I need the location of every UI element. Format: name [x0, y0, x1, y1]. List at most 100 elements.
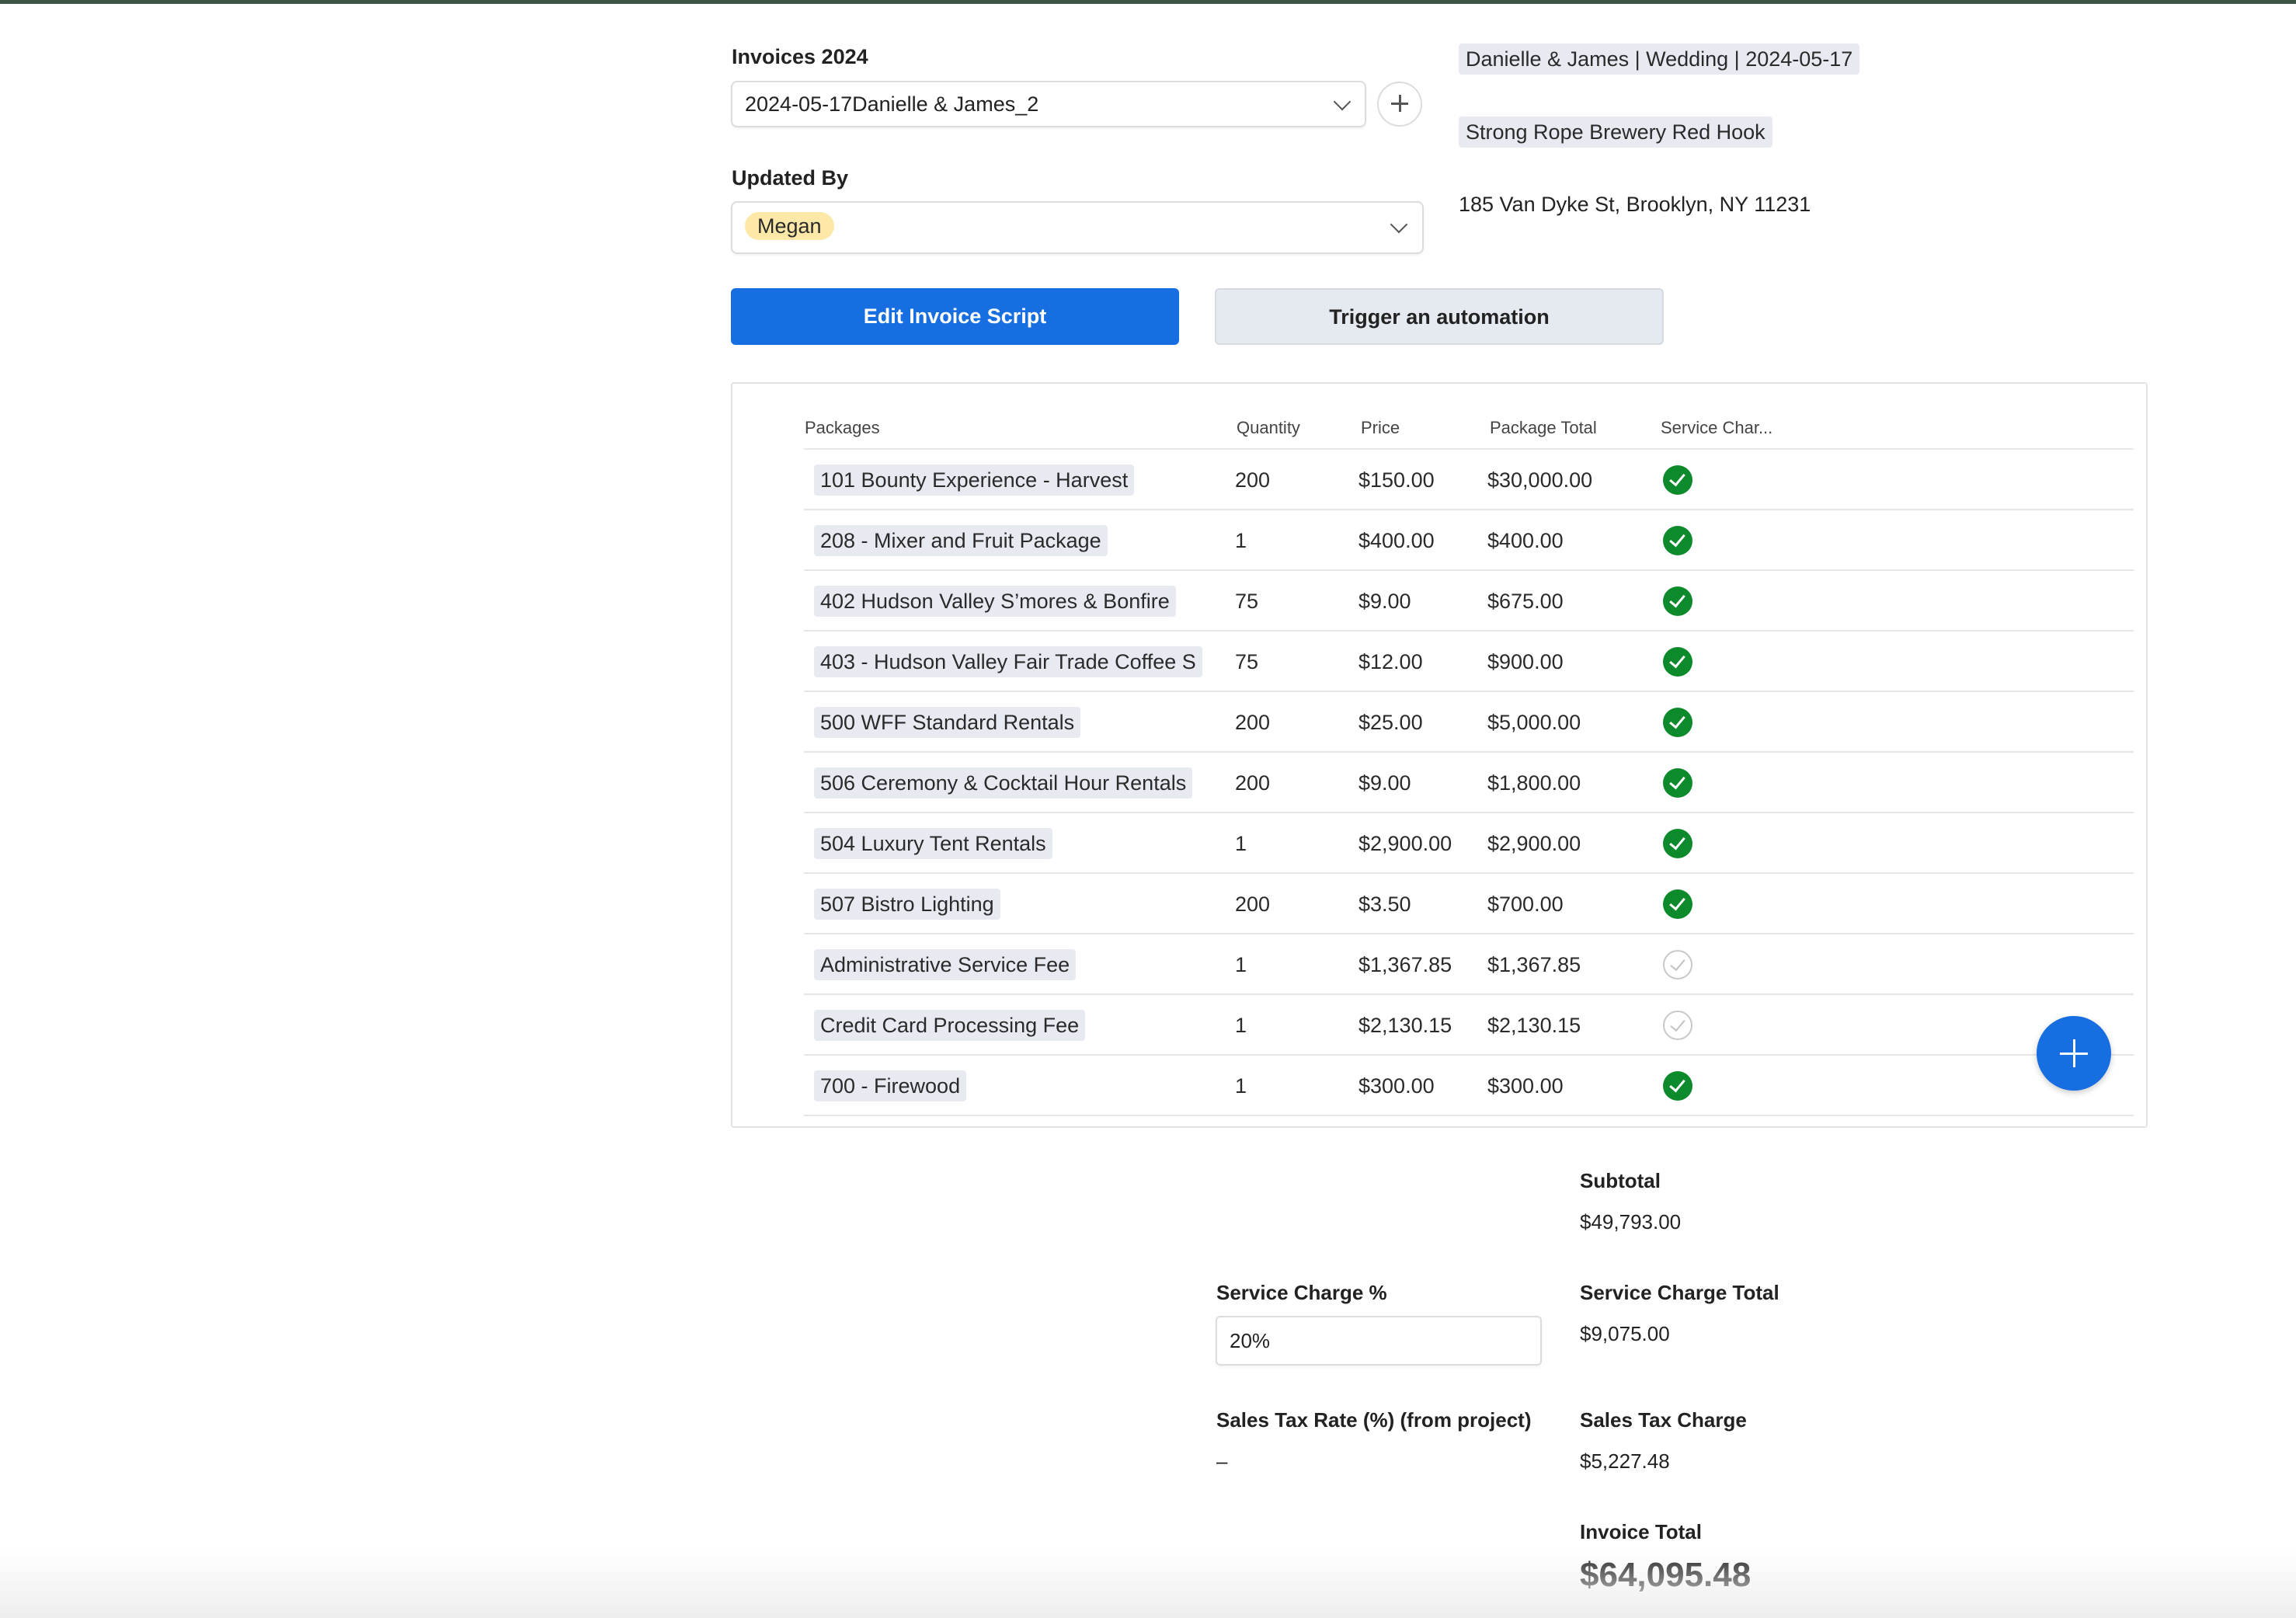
package-total-cell[interactable]: $675.00	[1487, 586, 1564, 617]
invoice-select-value: 2024-05-17Danielle & James_2	[745, 92, 1039, 116]
service-charge-pct-input[interactable]: 20%	[1216, 1316, 1542, 1366]
package-total-cell[interactable]: $1,367.85	[1487, 949, 1581, 980]
header-packages[interactable]: Packages	[805, 418, 880, 438]
chevron-down-icon	[1333, 92, 1352, 111]
checked-icon[interactable]	[1663, 526, 1692, 555]
quantity-cell[interactable]: 1	[1235, 1070, 1247, 1101]
user-tag: Megan	[745, 212, 834, 240]
header-price[interactable]: Price	[1361, 418, 1400, 438]
quantity-cell[interactable]: 200	[1235, 707, 1270, 738]
package-chip[interactable]: Administrative Service Fee	[814, 949, 1077, 980]
price-cell[interactable]: $150.00	[1358, 465, 1435, 496]
package-total-cell[interactable]: $400.00	[1487, 525, 1564, 556]
price-cell[interactable]: $9.00	[1358, 586, 1411, 617]
quantity-cell[interactable]: 200	[1235, 889, 1270, 920]
table-row[interactable]: 506 Ceremony & Cocktail Hour Rentals 200 $…	[804, 753, 2134, 813]
unchecked-icon[interactable]	[1663, 1011, 1692, 1040]
table-row[interactable]: 507 Bistro Lighting 200 $3.50 $700.00	[804, 874, 2134, 934]
sales-tax-charge-label: Sales Tax Charge	[1580, 1408, 1747, 1432]
add-package-button[interactable]	[2037, 1016, 2111, 1091]
venue-address: 185 Van Dyke St, Brooklyn, NY 11231	[1459, 193, 1811, 216]
package-chip[interactable]: 402 Hudson Valley S’mores & Bonfire	[814, 586, 1176, 617]
header-service-charge[interactable]: Service Char...	[1661, 418, 1772, 438]
checked-icon[interactable]	[1663, 647, 1692, 677]
package-chip[interactable]: 208 - Mixer and Fruit Package	[814, 525, 1108, 556]
quantity-cell[interactable]: 200	[1235, 767, 1270, 799]
quantity-cell[interactable]: 1	[1235, 828, 1247, 859]
package-total-cell[interactable]: $700.00	[1487, 889, 1564, 920]
quantity-cell[interactable]: 1	[1235, 525, 1247, 556]
table-row[interactable]: 402 Hudson Valley S’mores & Bonfire 75 $9.…	[804, 571, 2134, 632]
price-cell[interactable]: $12.00	[1358, 646, 1423, 677]
package-total-cell[interactable]: $300.00	[1487, 1070, 1564, 1101]
invoice-total-value: $64,095.48	[1580, 1556, 1752, 1594]
quantity-cell[interactable]: 1	[1235, 949, 1247, 980]
bottom-fade	[0, 1550, 2296, 1618]
price-cell[interactable]: $9.00	[1358, 767, 1411, 799]
add-invoice-button[interactable]	[1377, 82, 1422, 127]
package-total-cell[interactable]: $30,000.00	[1487, 465, 1592, 496]
price-cell[interactable]: $2,900.00	[1358, 828, 1452, 859]
subtotal-value: $49,793.00	[1580, 1210, 1682, 1234]
service-charge-total-label: Service Charge Total	[1580, 1281, 1779, 1304]
package-chip[interactable]: 504 Luxury Tent Rentals	[814, 828, 1052, 859]
venue-chip[interactable]: Strong Rope Brewery Red Hook	[1459, 117, 1772, 148]
edit-invoice-script-button[interactable]: Edit Invoice Script	[731, 288, 1179, 345]
checked-icon[interactable]	[1663, 1071, 1692, 1101]
updated-by-select[interactable]: Megan	[731, 201, 1424, 254]
project-name-chip[interactable]: Danielle & James | Wedding | 2024-05-17	[1459, 43, 1860, 75]
price-cell[interactable]: $1,367.85	[1358, 949, 1452, 980]
price-cell[interactable]: $3.50	[1358, 889, 1411, 920]
subtotal-label: Subtotal	[1580, 1169, 1661, 1192]
package-total-cell[interactable]: $900.00	[1487, 646, 1564, 677]
header-package-total[interactable]: Package Total	[1490, 418, 1597, 438]
table-row[interactable]: 403 - Hudson Valley Fair Trade Coffee S 7…	[804, 632, 2134, 692]
package-chip[interactable]: 500 WFF Standard Rentals	[814, 707, 1081, 738]
invoice-total-label: Invoice Total	[1580, 1520, 1702, 1543]
checked-icon[interactable]	[1663, 465, 1692, 495]
package-chip[interactable]: 403 - Hudson Valley Fair Trade Coffee S	[814, 646, 1202, 677]
quantity-cell[interactable]: 1	[1235, 1010, 1247, 1041]
chevron-down-icon	[1390, 215, 1408, 234]
package-chip[interactable]: Credit Card Processing Fee	[814, 1010, 1086, 1041]
checked-icon[interactable]	[1663, 586, 1692, 616]
package-chip[interactable]: 700 - Firewood	[814, 1070, 967, 1101]
table-row[interactable]: 504 Luxury Tent Rentals 1 $2,900.00 $2,900.…	[804, 813, 2134, 874]
service-charge-pct-label: Service Charge %	[1216, 1281, 1387, 1304]
price-cell[interactable]: $2,130.15	[1358, 1010, 1452, 1041]
price-cell[interactable]: $300.00	[1358, 1070, 1435, 1101]
invoice-select[interactable]: 2024-05-17Danielle & James_2	[731, 81, 1366, 127]
package-total-cell[interactable]: $2,900.00	[1487, 828, 1581, 859]
checked-icon[interactable]	[1663, 768, 1692, 798]
package-total-cell[interactable]: $2,130.15	[1487, 1010, 1581, 1041]
quantity-cell[interactable]: 75	[1235, 586, 1258, 617]
table-row[interactable]: 700 - Firewood 1 $300.00 $300.00	[804, 1056, 2134, 1116]
table-row[interactable]: Administrative Service Fee 1 $1,367.85 $1,3…	[804, 934, 2134, 995]
checked-icon[interactable]	[1663, 708, 1692, 737]
service-charge-total-value: $9,075.00	[1580, 1322, 1670, 1345]
table-row[interactable]: 500 WFF Standard Rentals 200 $25.00 $5,000.…	[804, 692, 2134, 753]
table-row[interactable]: 208 - Mixer and Fruit Package 1 $400.00 $40…	[804, 510, 2134, 571]
package-chip[interactable]: 506 Ceremony & Cocktail Hour Rentals	[814, 767, 1193, 799]
table-row[interactable]: Credit Card Processing Fee 1 $2,130.15 $2,1…	[804, 995, 2134, 1056]
price-cell[interactable]: $25.00	[1358, 707, 1423, 738]
sales-tax-rate-value: –	[1216, 1449, 1228, 1473]
quantity-cell[interactable]: 200	[1235, 465, 1270, 496]
unchecked-icon[interactable]	[1663, 950, 1692, 979]
package-total-cell[interactable]: $1,800.00	[1487, 767, 1581, 799]
checked-icon[interactable]	[1663, 889, 1692, 919]
package-chip[interactable]: 507 Bistro Lighting	[814, 889, 1000, 920]
sales-tax-charge-value: $5,227.48	[1580, 1449, 1670, 1473]
updated-by-label: Updated By	[732, 166, 849, 190]
row-divider	[804, 1115, 2134, 1116]
header-quantity[interactable]: Quantity	[1237, 418, 1300, 438]
trigger-automation-button[interactable]: Trigger an automation	[1215, 288, 1664, 345]
table-row[interactable]: 101 Bounty Experience - Harvest 200 $150.0…	[804, 450, 2134, 510]
checked-icon[interactable]	[1663, 829, 1692, 858]
price-cell[interactable]: $400.00	[1358, 525, 1435, 556]
sales-tax-rate-label: Sales Tax Rate (%) (from project)	[1216, 1408, 1532, 1432]
quantity-cell[interactable]: 75	[1235, 646, 1258, 677]
package-chip[interactable]: 101 Bounty Experience - Harvest	[814, 465, 1135, 496]
package-total-cell[interactable]: $5,000.00	[1487, 707, 1581, 738]
top-border	[0, 0, 2296, 4]
